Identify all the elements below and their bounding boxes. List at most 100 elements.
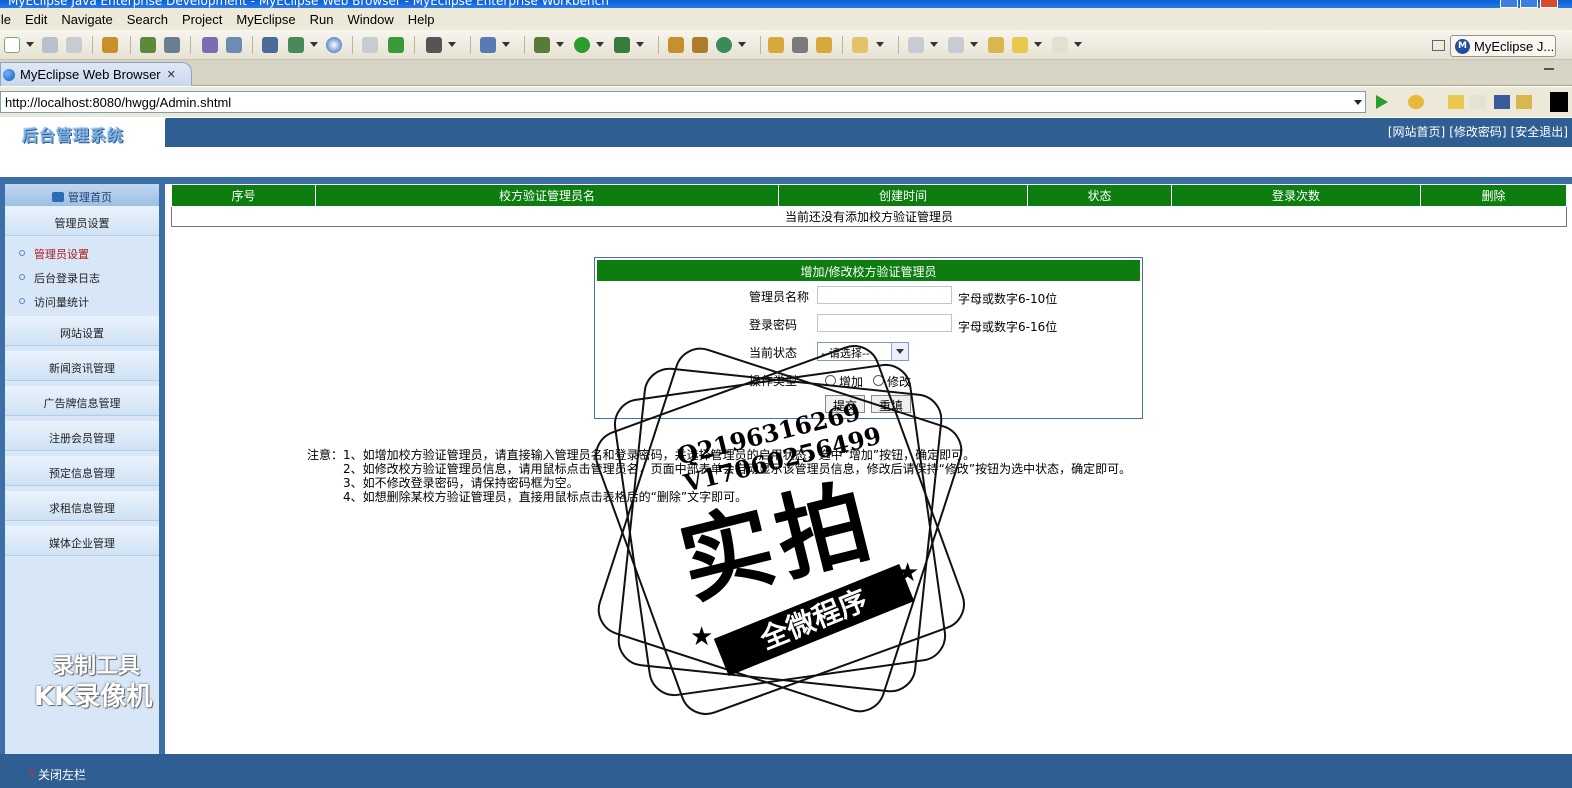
- password-input[interactable]: [817, 314, 952, 332]
- link-logout[interactable]: [安全退出]: [1511, 123, 1568, 140]
- admin-table: 序号 校方验证管理员名 创建时间 状态 登录次数 删除 当前还没有添加校方验证管…: [171, 184, 1567, 227]
- site-footer: 关闭左栏: [0, 754, 1572, 788]
- nav-forward-icon[interactable]: [1470, 95, 1486, 109]
- nav-header[interactable]: 管理首页: [5, 184, 159, 206]
- wizard-icon[interactable]: [202, 37, 218, 53]
- note-line: 注意：1、如增加校方验证管理员，请直接输入管理员名和登录密码，并选择管理员的启用…: [307, 448, 976, 462]
- window-title: MyEclipse Java Enterprise Development - …: [8, 0, 609, 8]
- refresh-icon[interactable]: [1516, 95, 1532, 109]
- nav-sub-admin-settings[interactable]: 管理员设置: [19, 246, 89, 262]
- browser-icon: [1550, 92, 1568, 112]
- close-left-panel-link[interactable]: 关闭左栏: [38, 766, 86, 783]
- menu-project[interactable]: Project: [175, 12, 229, 27]
- op-add-radio[interactable]: [825, 375, 836, 386]
- nav-group-members[interactable]: 注册会员管理: [5, 421, 159, 451]
- browser-viewport: 后台管理系统 [网站首页] [修改密码] [安全退出] 管理首页 管理员设置 管…: [0, 118, 1572, 788]
- maximize-button[interactable]: [1520, 0, 1538, 8]
- go-icon[interactable]: [1376, 95, 1388, 109]
- stop-icon[interactable]: [1494, 95, 1510, 109]
- username-label: 管理员名称: [749, 290, 810, 304]
- camera-icon[interactable]: [426, 37, 442, 53]
- new-package-icon[interactable]: [692, 37, 708, 53]
- menu-myeclipse[interactable]: MyEclipse: [229, 12, 302, 27]
- deploy-icon[interactable]: [262, 37, 278, 53]
- folder-icon[interactable]: [852, 37, 868, 53]
- task-icon[interactable]: [792, 37, 808, 53]
- run-icon[interactable]: [574, 37, 590, 53]
- note-line: 4、如想删除某校方验证管理员，直接用鼠标点击表格后的“删除”文字即可。: [343, 490, 748, 504]
- nav-sub-login-log[interactable]: 后台登录日志: [19, 270, 100, 286]
- new-class-icon[interactable]: [668, 37, 684, 53]
- close-tab-icon[interactable]: ✕: [167, 68, 176, 81]
- open-type-icon[interactable]: [768, 37, 784, 53]
- open-icon[interactable]: [362, 37, 378, 53]
- tab-web-browser[interactable]: MyEclipse Web Browser ✕: [0, 62, 192, 86]
- forward-icon[interactable]: [1052, 37, 1068, 53]
- nav-group-site[interactable]: 网站设置: [5, 316, 159, 346]
- status-label: 当前状态: [749, 346, 798, 360]
- password-hint: 字母或数字6-16位: [958, 320, 1058, 334]
- refresh-add-icon[interactable]: [388, 37, 404, 53]
- menu-help[interactable]: Help: [401, 12, 442, 27]
- debug-icon[interactable]: [534, 37, 550, 53]
- main-toolbar: [0, 30, 1572, 60]
- new-java-icon[interactable]: [716, 37, 732, 53]
- menu-edit[interactable]: Edit: [18, 12, 54, 27]
- admin-form: 增加/修改校方验证管理员 管理员名称 字母或数字6-10位 登录密码 字母或数字…: [594, 257, 1143, 419]
- link-home[interactable]: [网站首页]: [1388, 123, 1445, 140]
- close-window-button[interactable]: [1540, 0, 1558, 8]
- perspective-label: MyEclipse J...: [1474, 38, 1555, 54]
- nav-group-admin[interactable]: 管理员设置: [5, 206, 159, 236]
- browser-globe-icon[interactable]: [326, 37, 342, 53]
- star-icon: ★: [896, 558, 920, 588]
- menu-search[interactable]: Search: [120, 12, 175, 27]
- submit-button[interactable]: 提交: [825, 395, 865, 413]
- menu-window[interactable]: Window: [341, 12, 401, 27]
- status-select-value: --请选择--: [821, 347, 870, 360]
- minimize-button[interactable]: [1500, 0, 1518, 8]
- op-modify-radio[interactable]: [873, 375, 884, 386]
- search-icon[interactable]: [816, 37, 832, 53]
- back-icon[interactable]: [1012, 37, 1028, 53]
- perspective-switcher[interactable]: M MyEclipse J...: [1450, 35, 1556, 57]
- new-wizard-icon[interactable]: [480, 37, 496, 53]
- debug-bug-icon[interactable]: [140, 37, 156, 53]
- col-login-count: 登录次数: [1171, 184, 1421, 207]
- col-delete: 删除: [1420, 184, 1567, 207]
- usage-notes: 注意：1、如增加校方验证管理员，请直接输入管理员名和登录密码，并选择管理员的启用…: [307, 448, 1131, 504]
- window-titlebar: MyEclipse Java Enterprise Development - …: [0, 0, 1572, 8]
- col-admin-name: 校方验证管理员名: [315, 184, 779, 207]
- open-perspective-icon[interactable]: [1432, 40, 1445, 51]
- link-change-password[interactable]: [修改密码]: [1449, 123, 1506, 140]
- favorites-icon[interactable]: [1408, 95, 1424, 109]
- nav-group-rentals[interactable]: 求租信息管理: [5, 491, 159, 521]
- server-icon[interactable]: [164, 37, 180, 53]
- nav-group-news[interactable]: 新闻资讯管理: [5, 351, 159, 381]
- menu-run[interactable]: Run: [303, 12, 341, 27]
- run-external-icon[interactable]: [614, 37, 630, 53]
- url-input[interactable]: http://localhost:8080/hwgg/Admin.shtml: [0, 91, 1366, 113]
- last-edit-icon[interactable]: [988, 37, 1004, 53]
- minimize-editor-icon[interactable]: [1544, 68, 1554, 70]
- menu-file[interactable]: ile: [0, 12, 18, 27]
- wizard2-icon[interactable]: [226, 37, 242, 53]
- status-select[interactable]: --请选择--: [817, 342, 909, 361]
- menu-bar: ile Edit Navigate Search Project MyEclip…: [0, 8, 1572, 30]
- deploy2-icon[interactable]: [288, 37, 304, 53]
- reset-button[interactable]: 重填: [871, 395, 911, 413]
- nav-group-bookings[interactable]: 预定信息管理: [5, 456, 159, 486]
- nav-group-media[interactable]: 媒体企业管理: [5, 526, 159, 556]
- nav-header-label: 管理首页: [68, 191, 112, 204]
- menu-navigate[interactable]: Navigate: [54, 12, 119, 27]
- annotation-icon[interactable]: [908, 37, 924, 53]
- annotation2-icon[interactable]: [948, 37, 964, 53]
- print-icon[interactable]: [66, 37, 82, 53]
- save-icon[interactable]: [42, 37, 58, 53]
- url-history-dropdown-icon[interactable]: [1354, 100, 1362, 105]
- op-type-label: 操作类型: [749, 374, 798, 388]
- nav-sub-visit-stats[interactable]: 访问量统计: [19, 294, 89, 310]
- nav-group-billboard[interactable]: 广告牌信息管理: [5, 386, 159, 416]
- nav-back-icon[interactable]: [1448, 95, 1464, 109]
- package-icon[interactable]: [102, 37, 118, 53]
- username-input[interactable]: [817, 286, 952, 304]
